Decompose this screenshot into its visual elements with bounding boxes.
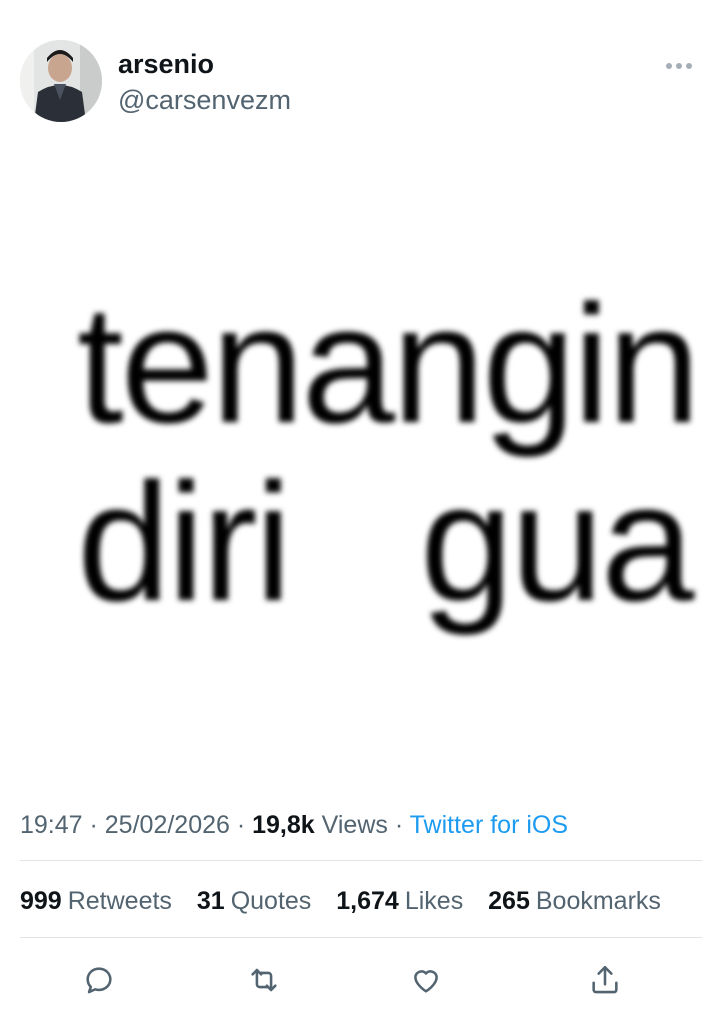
like-icon — [414, 970, 438, 993]
media-text-line-2: diri gua — [77, 448, 694, 636]
share-button[interactable] — [580, 955, 630, 1005]
reply-icon — [86, 967, 112, 994]
display-name[interactable]: arsenio — [118, 48, 291, 80]
likes-label: Likes — [404, 887, 464, 915]
meta-separator: · — [82, 811, 105, 839]
username-handle[interactable]: @carsenvezm — [118, 83, 291, 117]
bookmarks-label: Bookmarks — [535, 887, 661, 915]
meta-separator: · — [229, 811, 253, 839]
bookmarks-count: 265 — [488, 887, 530, 915]
media-text-line-1: tenangin — [77, 270, 701, 458]
retweet-icon — [251, 968, 277, 992]
views-label: Views — [321, 811, 388, 839]
divider — [20, 937, 702, 938]
more-options-icon[interactable] — [666, 60, 696, 72]
stat-retweets[interactable]: 999 Retweets — [20, 884, 172, 918]
reply-button[interactable] — [74, 955, 124, 1005]
engagement-stats: 999 Retweets 31 Quotes 1,674 Likes 265 Bookm… — [20, 884, 679, 918]
stat-likes[interactable]: 1,674 Likes — [336, 884, 463, 918]
retweets-count: 999 — [20, 887, 62, 915]
stat-quotes[interactable]: 31 Quotes — [197, 884, 311, 918]
like-button[interactable] — [401, 955, 451, 1005]
tweet-time[interactable]: 19:47 — [20, 811, 83, 839]
quotes-count: 31 — [196, 887, 225, 915]
share-icon — [592, 965, 618, 994]
source-link[interactable]: Twitter for iOS — [410, 811, 568, 839]
retweet-button[interactable] — [239, 955, 289, 1005]
divider — [20, 860, 702, 861]
retweets-label: Retweets — [67, 887, 172, 915]
action-bar — [20, 955, 702, 1005]
likes-count: 1,674 — [336, 887, 399, 915]
avatar[interactable] — [20, 40, 102, 122]
stat-bookmarks[interactable]: 265 Bookmarks — [488, 884, 661, 918]
tweet-media-image[interactable]: tenangin diri gua — [55, 280, 701, 650]
tweet-header: arsenio @carsenvezm — [20, 40, 710, 124]
meta-separator: · — [387, 811, 410, 839]
tweet-meta: 19:47 · 25/02/2026 · 19,8k Views · Twitt… — [20, 808, 568, 842]
tweet-date[interactable]: 25/02/2026 — [105, 811, 230, 839]
views-count: 19,8k — [252, 811, 315, 839]
quotes-label: Quotes — [230, 887, 312, 915]
